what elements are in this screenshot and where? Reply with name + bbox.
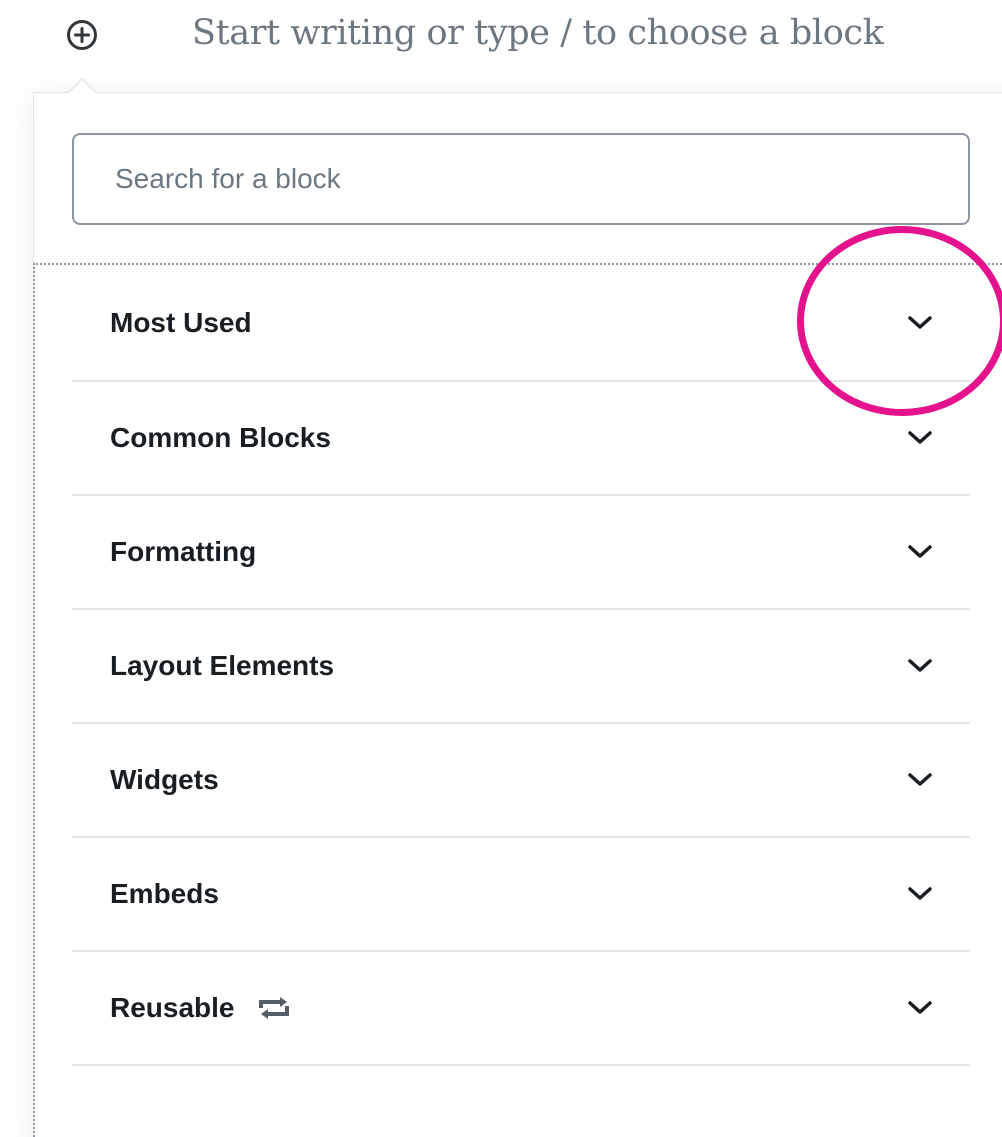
chevron-down-icon[interactable] [905, 993, 935, 1023]
panel-reusable[interactable]: Reusable [72, 952, 970, 1066]
panel-layout-elements[interactable]: Layout Elements [72, 610, 970, 724]
block-search-input[interactable] [74, 135, 968, 223]
panel-widgets[interactable]: Widgets [72, 724, 970, 838]
chevron-down-icon[interactable] [905, 765, 935, 795]
panel-title: Widgets [110, 764, 219, 796]
editor-placeholder-text[interactable]: Start writing or type / to choose a bloc… [192, 9, 884, 57]
panel-most-used[interactable]: Most Used [72, 266, 970, 382]
reusable-arrows-icon [255, 994, 293, 1022]
chevron-down-icon[interactable] [905, 537, 935, 567]
panel-title: Reusable [110, 992, 293, 1024]
chevron-down-icon[interactable] [905, 308, 935, 338]
panel-embeds[interactable]: Embeds [72, 838, 970, 952]
panel-label: Layout Elements [110, 650, 335, 681]
block-editor-page: Start writing or type / to choose a bloc… [0, 0, 1002, 1137]
panel-label: Formatting [110, 536, 257, 567]
panel-title: Formatting [110, 536, 256, 568]
panel-formatting[interactable]: Formatting [72, 496, 970, 610]
panel-label: Widgets [110, 764, 219, 795]
editor-empty-paragraph[interactable]: Start writing or type / to choose a bloc… [0, 0, 1002, 70]
panel-title: Embeds [110, 878, 219, 910]
popover-arrow-fill [69, 80, 95, 93]
panel-label: Embeds [110, 878, 219, 909]
chevron-down-icon[interactable] [905, 423, 935, 453]
block-search-field[interactable] [72, 133, 970, 225]
block-category-list: Most Used Common Blocks Formatting Layou… [72, 266, 970, 1066]
panel-title: Most Used [110, 307, 252, 339]
panel-label: Reusable [110, 992, 235, 1023]
panel-title: Common Blocks [110, 422, 331, 454]
chevron-down-icon[interactable] [905, 651, 935, 681]
plus-circle-icon [67, 20, 97, 50]
panel-label: Most Used [110, 307, 252, 338]
panel-label: Common Blocks [110, 422, 331, 453]
chevron-down-icon[interactable] [905, 879, 935, 909]
panel-common-blocks[interactable]: Common Blocks [72, 382, 970, 496]
panel-title: Layout Elements [110, 650, 334, 682]
block-inserter-button[interactable] [62, 15, 102, 55]
